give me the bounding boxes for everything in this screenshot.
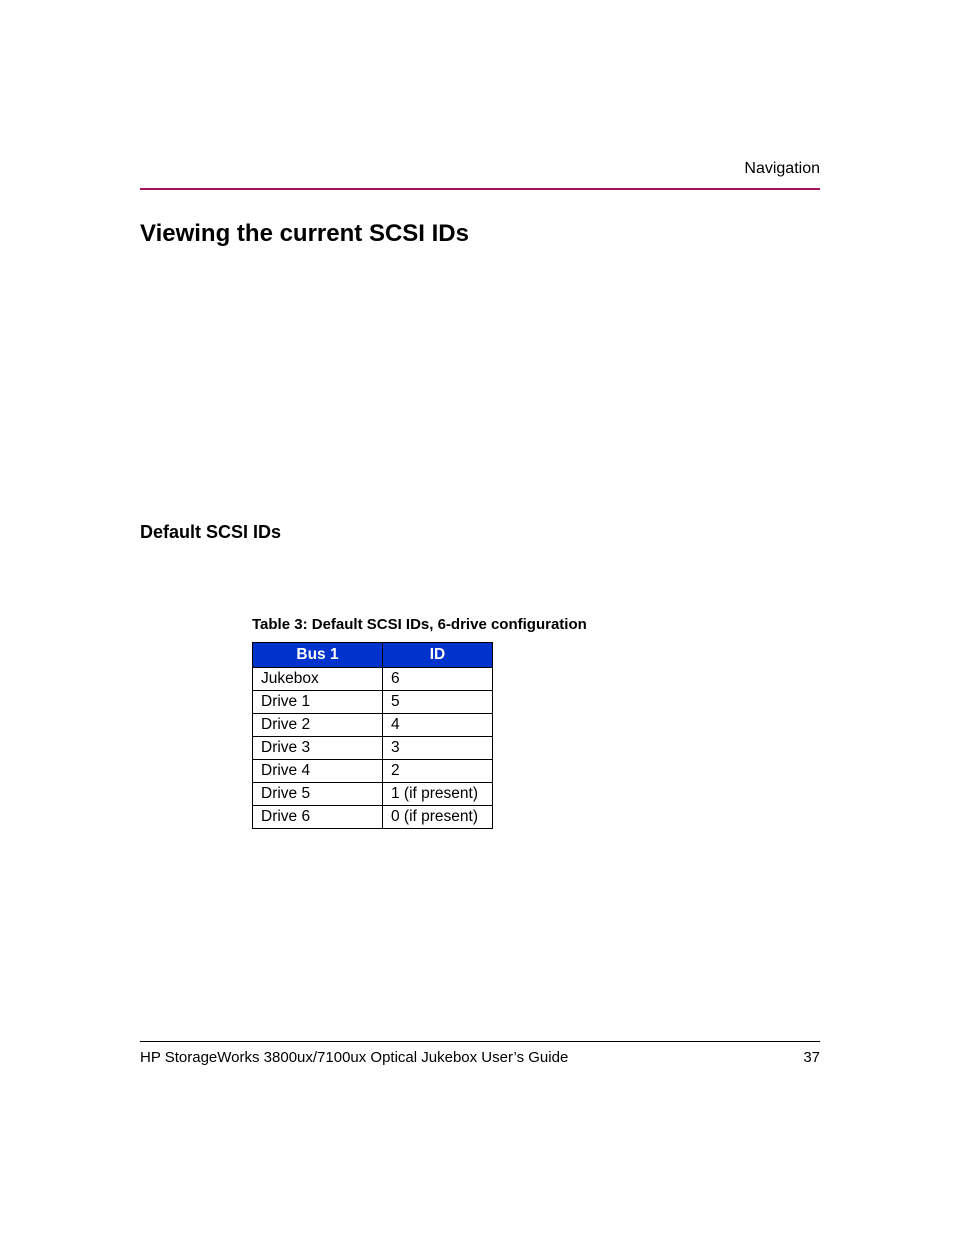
cell-bus: Drive 4 bbox=[253, 760, 383, 783]
cell-id: 5 bbox=[383, 691, 493, 714]
section-title: Default SCSI IDs bbox=[140, 522, 281, 543]
footer-rule bbox=[140, 1041, 820, 1042]
cell-bus: Drive 5 bbox=[253, 783, 383, 806]
table-caption: Table 3: Default SCSI IDs, 6-drive confi… bbox=[252, 616, 587, 633]
footer-title: HP StorageWorks 3800ux/7100ux Optical Ju… bbox=[140, 1049, 568, 1066]
cell-id: 0 (if present) bbox=[383, 806, 493, 829]
scsi-table: Bus 1 ID Jukebox 6 Drive 1 5 Drive 2 4 bbox=[252, 642, 493, 829]
cell-bus: Drive 6 bbox=[253, 806, 383, 829]
table-row: Drive 3 3 bbox=[253, 737, 493, 760]
cell-id: 2 bbox=[383, 760, 493, 783]
cell-bus: Drive 3 bbox=[253, 737, 383, 760]
cell-bus: Jukebox bbox=[253, 668, 383, 691]
cell-id: 4 bbox=[383, 714, 493, 737]
table-header-id: ID bbox=[383, 643, 493, 668]
cell-id: 6 bbox=[383, 668, 493, 691]
table-row: Drive 5 1 (if present) bbox=[253, 783, 493, 806]
page-content: Navigation Viewing the current SCSI IDs … bbox=[140, 160, 820, 1070]
table-row: Drive 4 2 bbox=[253, 760, 493, 783]
page-title: Viewing the current SCSI IDs bbox=[140, 220, 469, 248]
table-header-bus: Bus 1 bbox=[253, 643, 383, 668]
table-row: Drive 6 0 (if present) bbox=[253, 806, 493, 829]
cell-bus: Drive 1 bbox=[253, 691, 383, 714]
section-header: Navigation bbox=[744, 160, 820, 178]
table-row: Drive 2 4 bbox=[253, 714, 493, 737]
page-number: 37 bbox=[803, 1049, 820, 1066]
table-row: Jukebox 6 bbox=[253, 668, 493, 691]
cell-bus: Drive 2 bbox=[253, 714, 383, 737]
cell-id: 3 bbox=[383, 737, 493, 760]
header-rule bbox=[140, 188, 820, 190]
table-row: Drive 1 5 bbox=[253, 691, 493, 714]
cell-id: 1 (if present) bbox=[383, 783, 493, 806]
